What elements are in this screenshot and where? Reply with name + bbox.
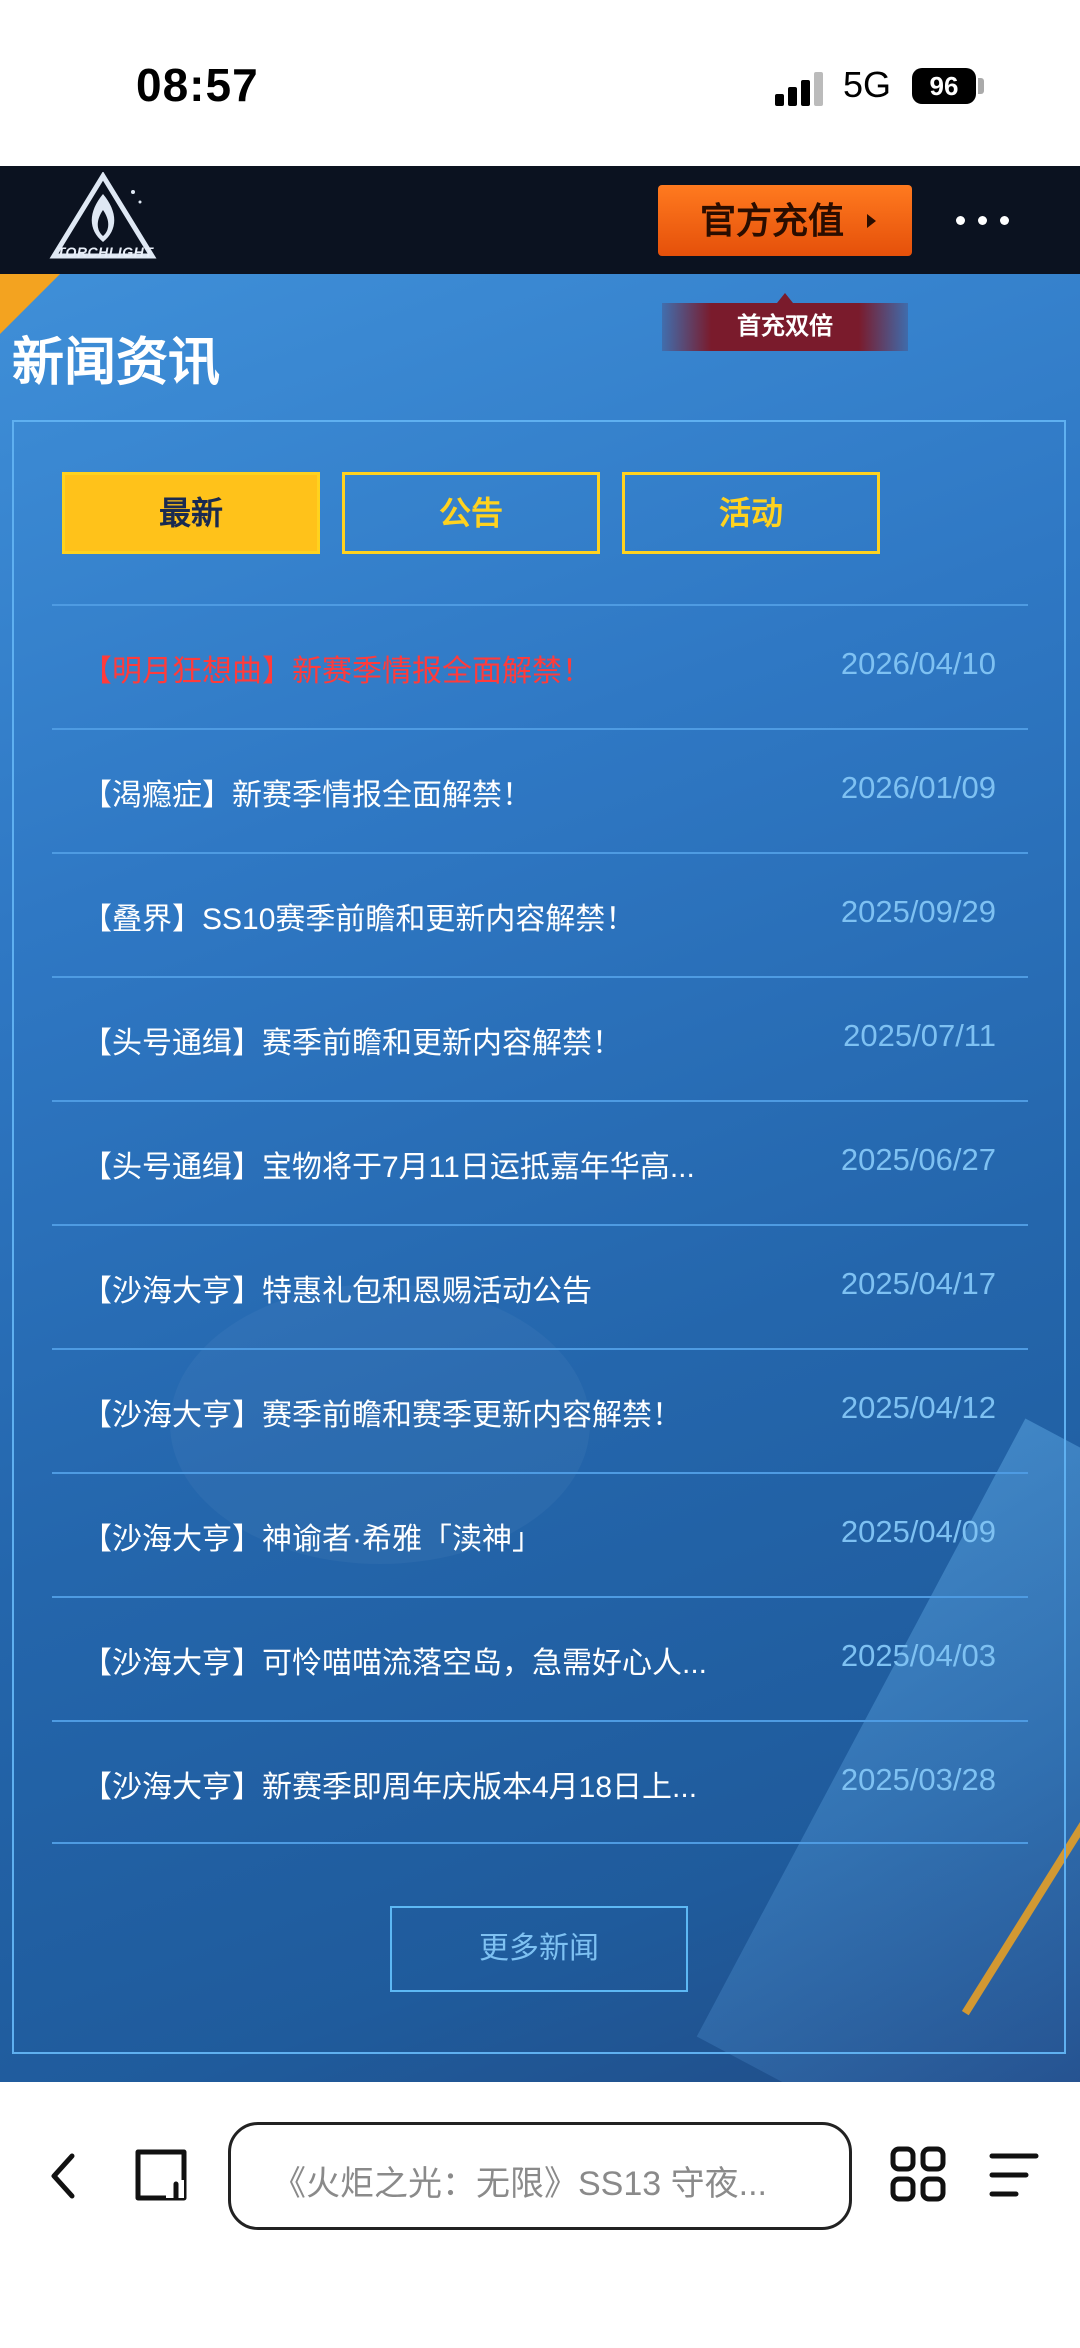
news-date: 2025/04/09 — [840, 1514, 996, 1549]
signal-icon — [775, 72, 829, 106]
news-item[interactable]: 【沙海大亨】可怜喵喵流落空岛，急需好心人... 2025/04/03 — [52, 1596, 1028, 1720]
tab-announcements[interactable]: 公告 — [342, 472, 600, 554]
arrow-right-icon — [867, 214, 876, 228]
network-type: 5G — [843, 64, 892, 105]
tabs-icon[interactable] — [132, 2148, 190, 2204]
page-title: 新闻资讯 — [12, 334, 221, 392]
news-title[interactable]: 【头号通缉】宝物将于7月11日运抵嘉年华高... — [82, 1142, 695, 1186]
more-dots-icon[interactable] — [948, 204, 1018, 236]
news-date: 2025/06/27 — [840, 1142, 996, 1177]
news-date: 2025/03/28 — [840, 1762, 996, 1797]
news-date: 2025/07/11 — [843, 1018, 996, 1053]
first-recharge-double-tag[interactable]: 首充双倍 — [662, 293, 908, 351]
menu-icon[interactable] — [988, 2150, 1040, 2200]
news-title[interactable]: 【沙海大亨】神谕者·希雅「渎神」 — [82, 1514, 542, 1558]
news-date: 2025/04/17 — [840, 1266, 996, 1301]
news-title[interactable]: 【头号通缉】赛季前瞻和更新内容解禁！ — [82, 1018, 622, 1062]
news-title[interactable]: 【沙海大亨】可怜喵喵流落空岛，急需好心人... — [82, 1638, 707, 1682]
news-date: 2026/01/09 — [840, 770, 996, 805]
battery-cap — [978, 78, 984, 94]
official-recharge-button[interactable]: 官方充值 — [658, 185, 912, 256]
tab-events[interactable]: 活动 — [622, 472, 880, 554]
grid-icon[interactable] — [890, 2146, 946, 2202]
news-item[interactable]: 【头号通缉】赛季前瞻和更新内容解禁！ 2025/07/11 — [52, 976, 1028, 1100]
news-item[interactable]: 【沙海大亨】新赛季即周年庆版本4月18日上... 2025/03/28 — [52, 1720, 1028, 1844]
news-list: 【明月狂想曲】新赛季情报全面解禁！ 2026/04/10 【渴瘾症】新赛季情报全… — [52, 604, 1028, 1844]
news-date: 2025/04/12 — [840, 1390, 996, 1425]
news-item[interactable]: 【叠界】SS10赛季前瞻和更新内容解禁！ 2025/09/29 — [52, 852, 1028, 976]
news-item[interactable]: 【沙海大亨】神谕者·希雅「渎神」 2025/04/09 — [52, 1472, 1028, 1596]
more-news-button[interactable]: 更多新闻 — [390, 1906, 688, 1992]
news-item[interactable]: 【明月狂想曲】新赛季情报全面解禁！ 2026/04/10 — [52, 604, 1028, 728]
news-item[interactable]: 【沙海大亨】特惠礼包和恩赐活动公告 2025/04/17 — [52, 1224, 1028, 1348]
news-date: 2025/09/29 — [840, 894, 996, 929]
news-title[interactable]: 【沙海大亨】新赛季即周年庆版本4月18日上... — [82, 1762, 697, 1806]
news-date: 2025/04/03 — [840, 1638, 996, 1673]
battery-icon: 96 — [912, 68, 976, 104]
news-title[interactable]: 【叠界】SS10赛季前瞻和更新内容解禁！ — [82, 894, 635, 938]
news-item[interactable]: 【头号通缉】宝物将于7月11日运抵嘉年华高... 2025/06/27 — [52, 1100, 1028, 1224]
news-date: 2026/04/10 — [840, 646, 996, 681]
status-time: 08:57 — [136, 59, 259, 111]
tab-latest[interactable]: 最新 — [62, 472, 320, 554]
news-title[interactable]: 【沙海大亨】特惠礼包和恩赐活动公告 — [82, 1266, 592, 1310]
recharge-label: 官方充值 — [699, 200, 844, 241]
news-title[interactable]: 【沙海大亨】赛季前瞻和赛季更新内容解禁！ — [82, 1390, 682, 1434]
news-item[interactable]: 【沙海大亨】赛季前瞻和赛季更新内容解禁！ 2025/04/12 — [52, 1348, 1028, 1472]
news-title[interactable]: 【渴瘾症】新赛季情报全面解禁！ — [82, 770, 532, 814]
news-item[interactable]: 【渴瘾症】新赛季情报全面解禁！ 2026/01/09 — [52, 728, 1028, 852]
logo-text: TORCHLIGHT — [56, 244, 154, 260]
news-title[interactable]: 【明月狂想曲】新赛季情报全面解禁！ — [82, 646, 592, 690]
page-title-address[interactable]: 《火炬之光：无限》SS13 守夜... — [272, 2156, 767, 2205]
back-icon[interactable] — [44, 2150, 84, 2202]
